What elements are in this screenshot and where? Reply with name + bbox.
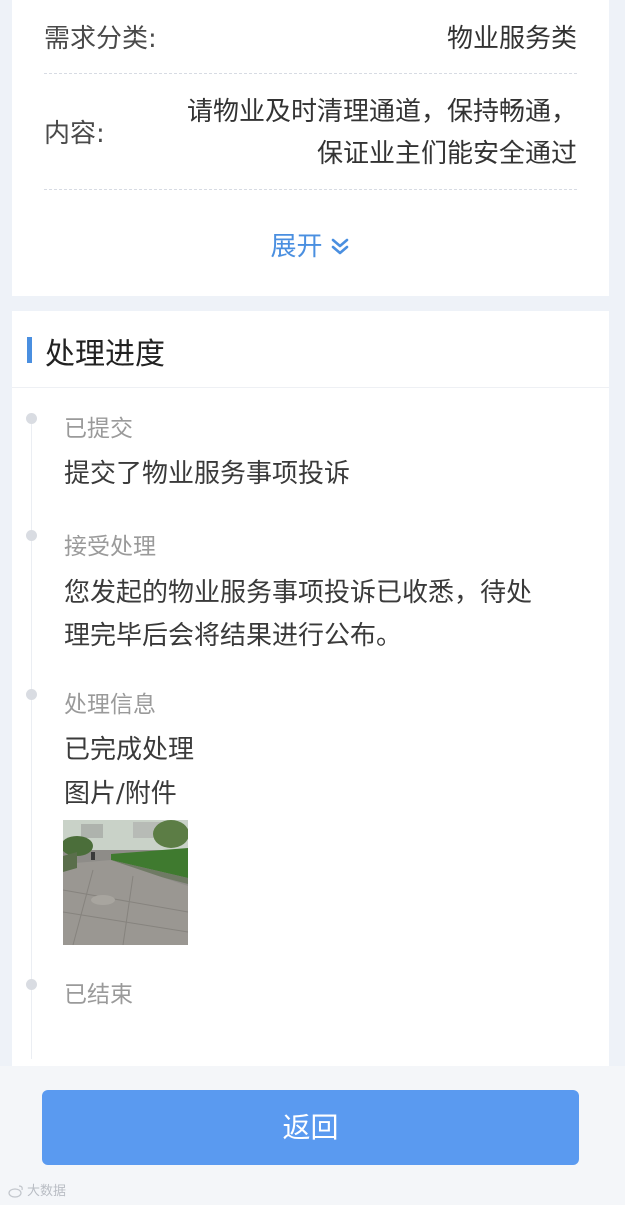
step-title: 处理信息: [64, 692, 156, 718]
content-value: 请物业及时清理通道，保持畅通， 保证业主们能安全通过: [187, 91, 577, 175]
content-line-2: 保证业主们能安全通过: [316, 139, 577, 169]
step-text-line-2: 理完毕后会将结果进行公布。: [64, 621, 403, 651]
footer-bar: 返回 大数据: [0, 1066, 625, 1205]
timeline-dot: [26, 413, 37, 424]
content-row: 内容: 请物业及时清理通道，保持畅通， 保证业主们能安全通过: [44, 73, 577, 190]
timeline-dot: [26, 979, 37, 990]
progress-card: 处理进度 已提交 提交了物业服务事项投诉 接受处理 您发起的物业服务事项投诉已收…: [12, 311, 609, 1066]
step-title: 已提交: [64, 416, 133, 442]
expand-label: 展开: [270, 232, 323, 262]
request-detail-card: 需求分类: 物业服务类 内容: 请物业及时清理通道，保持畅通， 保证业主们能安全…: [12, 0, 609, 296]
category-row: 需求分类: 物业服务类: [44, 0, 577, 74]
watermark-text: 大数据: [27, 1184, 67, 1199]
attachment-label: 图片/附件: [64, 779, 177, 809]
content-line-1: 请物业及时清理通道，保持畅通，: [186, 97, 577, 127]
step-title: 接受处理: [64, 534, 156, 560]
expand-button[interactable]: 展开: [12, 226, 609, 263]
attachment-photo-thumbnail[interactable]: [63, 820, 188, 945]
timeline-dot: [26, 530, 37, 541]
photo-thumbnail-image: [63, 820, 188, 945]
section-accent-bar: [27, 337, 32, 363]
double-chevron-down-icon: [331, 238, 348, 255]
content-label: 内容:: [44, 119, 105, 149]
step-text-line-1: 您发起的物业服务事项投诉已收悉，待处: [64, 578, 533, 608]
step-text: 您发起的物业服务事项投诉已收悉，待处 理完毕后会将结果进行公布。: [64, 572, 532, 658]
category-value: 物业服务类: [446, 24, 577, 54]
section-title: 处理进度: [45, 337, 165, 372]
step-text: 提交了物业服务事项投诉: [64, 459, 351, 489]
weibo-logo-icon: [8, 1185, 23, 1198]
timeline-line: [31, 419, 32, 1059]
step-text: 已完成处理: [64, 735, 195, 765]
step-title: 已结束: [64, 982, 133, 1008]
watermark: 大数据: [8, 1180, 66, 1199]
category-label: 需求分类:: [44, 24, 157, 54]
progress-header: 处理进度: [12, 311, 609, 388]
back-button[interactable]: 返回: [42, 1090, 579, 1165]
timeline-dot: [26, 689, 37, 700]
